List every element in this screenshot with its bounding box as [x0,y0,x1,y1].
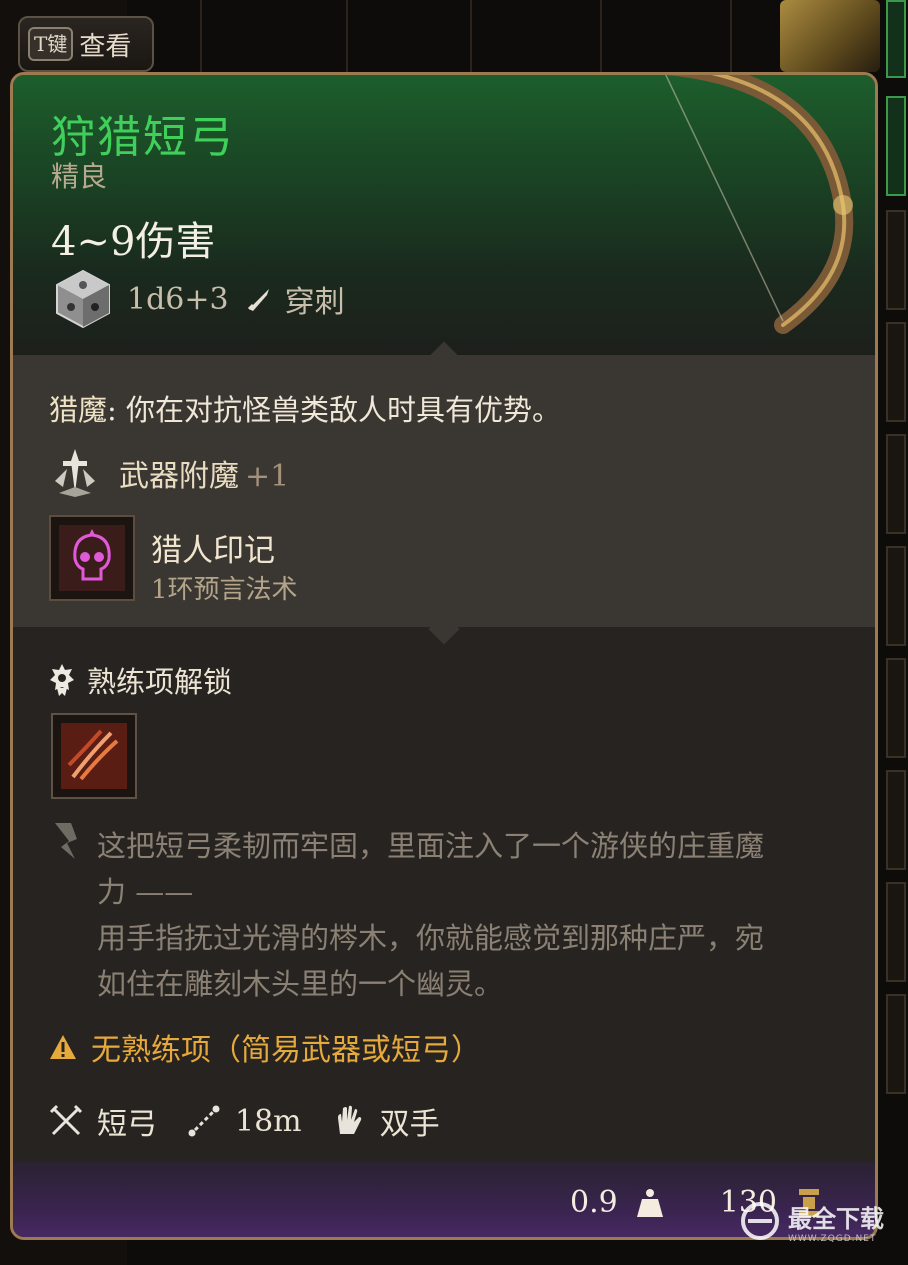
weapon-stats-row: 短弓 18m 双手 [49,1099,470,1143]
inventory-slot[interactable] [886,434,906,534]
watermark-main: 最全下载 [788,1204,884,1233]
proficiency-action-icon[interactable] [51,713,137,799]
inventory-slot[interactable] [886,770,906,870]
examine-key-hint[interactable]: T键 查看 [18,16,154,72]
crossed-swords-icon [49,1104,83,1136]
inventory-slot[interactable] [886,658,906,758]
weapon-type: 短弓 [97,1107,157,1142]
enchantment-keyword: 猎魔 [49,393,108,427]
item-tooltip: 狩猎短弓 精良 4~9伤害 1d6+3 穿刺 猎魔: 你在对抗怪兽类敌人时具有优… [10,72,878,1240]
inventory-divider [200,0,202,80]
tiger-swipe-icon [61,723,127,789]
inventory-divider [346,0,348,80]
warning-icon [50,1035,76,1059]
inventory-divider [470,0,472,80]
inventory-slot[interactable] [886,546,906,646]
site-watermark: 最全下载 WWW.ZQGD.NET [738,1196,898,1246]
inventory-hammer-icon[interactable] [780,0,880,72]
skull-icon [59,525,125,591]
watermark-sub: WWW.ZQGD.NET [788,1233,877,1244]
range-icon [188,1105,220,1137]
inventory-slot[interactable] [886,322,906,422]
handedness-stat: 双手 [332,1099,440,1143]
proficiency-heading-row: 熟练项解锁 [49,659,232,701]
inventory-divider [730,0,732,80]
inventory-slot[interactable] [886,882,906,982]
inventory-divider [600,0,602,80]
weapon-range: 18m [235,1103,302,1139]
lore-line: 如住在雕刻木头里的一个幽灵。 [97,967,504,1001]
range-stat: 18m [187,1104,302,1139]
weight-icon [636,1188,663,1217]
proficiency-icon [50,664,74,696]
lore-quill-icon [55,823,77,859]
weapon-enchant-value: +1 [245,459,290,494]
weapon-enchant-row: 武器附魔 +1 [49,447,289,499]
weapon-type-stat: 短弓 [49,1099,157,1143]
item-damage: 4~9伤害 [51,219,216,265]
item-weight: 0.9 [570,1185,618,1220]
inventory-slot-column [884,0,908,1265]
hand-icon [337,1105,361,1134]
spell-name: 猎人印记 [151,533,275,569]
weapon-enchant-icon [55,449,95,497]
warning-text: 无熟练项（简易武器或短弓） [91,1033,481,1068]
tooltip-header: 狩猎短弓 精良 4~9伤害 1d6+3 穿刺 [13,75,875,355]
spell-level: 1环预言法术 [151,575,298,605]
enchantment-text: : 你在对抗怪兽类敌人时具有优势。 [107,393,562,427]
hunters-mark-spell-icon[interactable] [49,515,135,601]
enchantment-description: 猎魔: 你在对抗怪兽类敌人时具有优势。 [49,387,561,429]
inventory-slot[interactable] [886,96,906,196]
lore-text: 这把短弓柔韧而牢固，里面注入了一个游侠的庄重魔 力 —— 用手指抚过光滑的梣木，… [97,823,837,1007]
weapon-enchant-label: 武器附魔 [119,459,239,494]
key-hint-label: 查看 [79,31,132,62]
key-cap: T键 [28,27,74,61]
inventory-slot[interactable] [886,994,906,1094]
inventory-slot[interactable] [886,0,906,78]
inventory-slot[interactable] [886,210,906,310]
lore-line: 力 —— [97,875,194,909]
damage-dice: 1d6+3 [127,281,229,317]
weapon-handedness: 双手 [379,1107,440,1142]
dice-icon [56,269,110,329]
bow-icon [664,75,854,334]
piercing-icon [247,289,269,311]
lore-line: 用手指抚过光滑的梣木，你就能感觉到那种庄严，宛 [97,921,765,955]
watermark-logo-icon [741,1202,779,1240]
item-rarity: 精良 [51,160,108,193]
proficiency-warning: 无熟练项（简易武器或短弓） [49,1025,481,1069]
damage-dice-row: 1d6+3 穿刺 [51,267,345,331]
damage-type: 穿刺 [284,285,345,320]
lore-line: 这把短弓柔韧而牢固，里面注入了一个游侠的庄重魔 [97,829,765,863]
proficiency-heading: 熟练项解锁 [87,665,233,699]
